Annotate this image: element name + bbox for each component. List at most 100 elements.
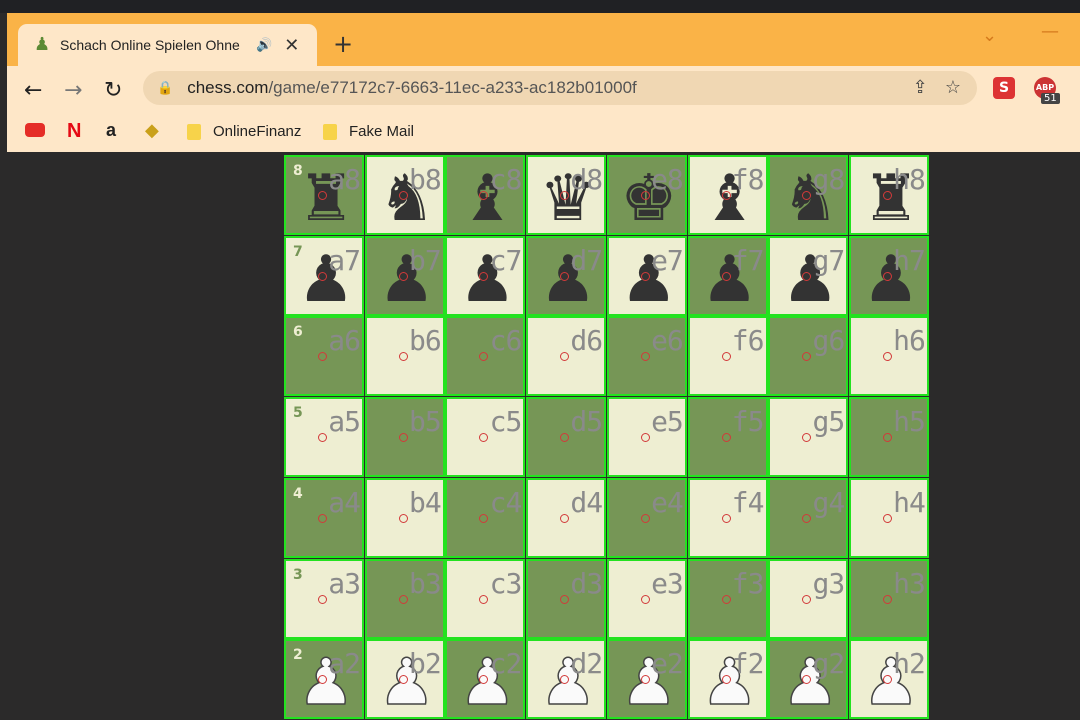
bookmark-fake-mail[interactable]: Fake Mail	[323, 123, 414, 140]
square-h2[interactable]: ♟ h2	[848, 639, 929, 720]
square-e3[interactable]: e3	[606, 558, 687, 639]
square-c5[interactable]: c5	[445, 397, 526, 478]
square-c7[interactable]: ♟ c7	[445, 235, 526, 316]
square-a2[interactable]: 2 ♟ a2	[284, 639, 364, 720]
center-marker	[640, 675, 650, 685]
youtube-icon[interactable]	[25, 123, 45, 137]
share-bookmark-icons[interactable]: ⇪ ☆	[913, 77, 961, 98]
speaker-icon[interactable]: 🔊	[256, 38, 272, 53]
square-d2[interactable]: ♟ d2	[526, 639, 607, 720]
extension-s-icon[interactable]: S	[993, 77, 1015, 99]
square-label: a6	[328, 324, 361, 358]
square-label: b8	[408, 163, 442, 196]
square-label: d5	[570, 405, 603, 439]
square-c6[interactable]: c6	[445, 316, 526, 397]
square-e8[interactable]: ♚ e8	[606, 155, 687, 235]
square-f6[interactable]: f6	[687, 316, 768, 397]
address-bar[interactable]: 🔒 chess.com/game/e77172c7-6663-11ec-a233…	[143, 71, 977, 105]
center-marker	[560, 594, 570, 604]
tab-search-chevron-icon[interactable]: ⌄	[982, 25, 997, 46]
square-label: e3	[651, 566, 684, 600]
square-g2[interactable]: ♟ g2	[768, 639, 849, 720]
square-g5[interactable]: g5	[768, 397, 849, 478]
lion-icon[interactable]: ◆	[145, 120, 159, 141]
amazon-icon[interactable]: a	[106, 120, 116, 141]
square-a8[interactable]: 8 ♜ a8	[284, 155, 364, 235]
square-label: b6	[408, 324, 442, 358]
square-label: c8	[489, 163, 523, 196]
center-marker	[721, 513, 731, 523]
square-b4[interactable]: b4	[364, 477, 445, 558]
square-e5[interactable]: e5	[606, 397, 687, 478]
square-g6[interactable]: g6	[768, 316, 849, 397]
netflix-icon[interactable]: N	[67, 120, 81, 143]
square-g8[interactable]: ♞ g8	[768, 155, 849, 235]
square-b6[interactable]: b6	[364, 316, 445, 397]
square-b7[interactable]: ♟ b7	[364, 235, 445, 316]
center-marker	[721, 433, 731, 443]
square-a6[interactable]: 6 a6	[284, 316, 364, 397]
chess-board[interactable]: 8 ♜ a8 ♞ b8 ♝ c8 ♛ d8 ♚ e8 ♝ f8 ♞ g8 ♜ h8 7 ♟ a7 ♟ b7 ♟ c7 ♟ d7 ♟ e…	[284, 155, 933, 720]
square-f3[interactable]: f3	[687, 558, 768, 639]
square-c4[interactable]: c4	[445, 477, 526, 558]
square-h7[interactable]: ♟ h7	[848, 235, 929, 316]
square-h5[interactable]: h5	[848, 397, 929, 478]
square-d4[interactable]: d4	[526, 477, 607, 558]
square-e7[interactable]: ♟ e7	[606, 235, 687, 316]
forward-icon[interactable]: →	[64, 78, 82, 103]
square-b3[interactable]: b3	[364, 558, 445, 639]
lock-icon[interactable]: 🔒	[157, 81, 173, 96]
square-c2[interactable]: ♟ c2	[445, 639, 526, 720]
square-d3[interactable]: d3	[526, 558, 607, 639]
square-b8[interactable]: ♞ b8	[364, 155, 445, 235]
square-label: a5	[328, 405, 361, 439]
square-h6[interactable]: h6	[848, 316, 929, 397]
square-f8[interactable]: ♝ f8	[687, 155, 768, 235]
browser-tab[interactable]: ♟ Schach Online Spielen Ohne 🔊 ✕	[18, 24, 317, 66]
square-f4[interactable]: f4	[687, 477, 768, 558]
square-b2[interactable]: ♟ b2	[364, 639, 445, 720]
square-label: b2	[408, 647, 442, 681]
square-label: h7	[893, 243, 926, 277]
square-h8[interactable]: ♜ h8	[848, 155, 929, 235]
square-g3[interactable]: g3	[768, 558, 849, 639]
square-d5[interactable]: d5	[526, 397, 607, 478]
square-c8[interactable]: ♝ c8	[445, 155, 526, 235]
new-tab-button[interactable]: +	[333, 30, 353, 58]
square-f7[interactable]: ♟ f7	[687, 235, 768, 316]
square-h3[interactable]: h3	[848, 558, 929, 639]
square-c3[interactable]: c3	[445, 558, 526, 639]
center-marker	[398, 513, 408, 523]
square-b5[interactable]: b5	[364, 397, 445, 478]
square-f2[interactable]: ♟ f2	[687, 639, 768, 720]
square-label: f5	[731, 405, 765, 439]
center-marker	[882, 433, 892, 443]
square-label: g6	[812, 324, 845, 358]
square-f5[interactable]: f5	[687, 397, 768, 478]
square-label: h8	[893, 163, 926, 196]
center-marker	[640, 433, 650, 443]
square-a4[interactable]: 4 a4	[284, 477, 364, 558]
center-marker	[640, 191, 650, 200]
square-d7[interactable]: ♟ d7	[526, 235, 607, 316]
square-e4[interactable]: e4	[606, 477, 687, 558]
square-g7[interactable]: ♟ g7	[768, 235, 849, 316]
square-e2[interactable]: ♟ e2	[606, 639, 687, 720]
square-a5[interactable]: 5 a5	[284, 397, 364, 478]
square-e6[interactable]: e6	[606, 316, 687, 397]
center-marker	[318, 513, 327, 523]
square-g4[interactable]: g4	[768, 477, 849, 558]
reload-icon[interactable]: ↻	[104, 78, 122, 103]
minimize-icon[interactable]: —	[1041, 21, 1059, 42]
close-tab-icon[interactable]: ✕	[284, 35, 299, 56]
bookmark-onlinefinanz[interactable]: OnlineFinanz	[187, 123, 301, 140]
square-h4[interactable]: h4	[848, 477, 929, 558]
back-icon[interactable]: ←	[24, 78, 42, 103]
square-a3[interactable]: 3 a3	[284, 558, 364, 639]
square-d8[interactable]: ♛ d8	[526, 155, 607, 235]
square-a7[interactable]: 7 ♟ a7	[284, 235, 364, 316]
center-marker	[318, 191, 327, 200]
title-bar-strip	[0, 0, 1080, 13]
square-d6[interactable]: d6	[526, 316, 607, 397]
center-marker	[882, 191, 892, 200]
